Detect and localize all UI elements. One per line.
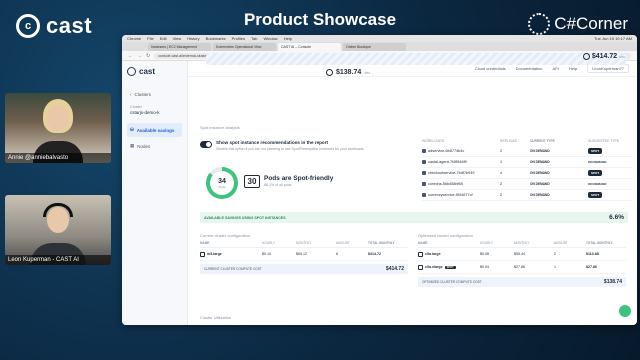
optimized-cost-total: OPTIMIZED CLUSTER COMPUTE COST $138.74 xyxy=(418,277,626,287)
suggested-type-badge: SPOT xyxy=(588,148,603,154)
tab-online-boutique[interactable]: Online Boutique xyxy=(343,43,406,51)
current-config-table: NAME HOURLY MONTHLY AMOUNT TOTAL MONTHLY… xyxy=(200,241,408,274)
current-cost-total: CURRENT CLUSTER COMPUTE COST $414.72 xyxy=(200,264,408,274)
api-link[interactable]: API xyxy=(553,66,559,71)
suggested-type-badge: ON DEMAND xyxy=(588,160,607,164)
table-row: castai-agent-7f4ff546f9 1 ON DEMAND ON D… xyxy=(422,157,632,168)
csharpcorner-logo-text: C#Corner xyxy=(554,14,628,33)
sidebar-logo[interactable]: cast xyxy=(127,67,182,76)
menu-file[interactable]: File xyxy=(147,36,153,41)
table-row: c5a.xlarge SPOT $0.04 $27.86 1 $27.86 xyxy=(418,261,626,274)
pods-unit: Pods xyxy=(218,184,226,189)
spot-friendly-count: 30 xyxy=(244,175,260,188)
dollar-icon xyxy=(582,53,590,60)
menu-chrome[interactable]: Chrome xyxy=(127,36,141,41)
instance-icon xyxy=(200,251,205,257)
sidebar-item-nodes[interactable]: ▦ Nodes xyxy=(127,139,182,153)
cluster-utilization-title: Cluster Utilization xyxy=(200,315,232,320)
headset-icon xyxy=(43,203,73,217)
spot-icon xyxy=(326,69,333,76)
current-config-title: Current cluster configuration xyxy=(200,233,251,238)
spot-friendly-percent: 88.2% of all pods xyxy=(264,183,292,187)
instance-icon xyxy=(418,251,423,257)
menu-bookmarks[interactable]: Bookmarks xyxy=(206,36,226,41)
table-row: m5.large $0.10 $69.12 6 $414.72 xyxy=(200,248,408,261)
savings-icon: ⛁ xyxy=(130,127,134,132)
current-monthly-cost: $414.72 /mo xyxy=(582,53,625,60)
table-row: c5a.large $0.08 $55.44 2 $110.88 xyxy=(418,248,626,261)
tab-cast-console[interactable]: CAST AI – Console xyxy=(278,43,341,51)
presenter-name: Annie @anniebalvasto xyxy=(5,153,111,163)
spot-analysis-title: Spot instance analysis xyxy=(200,125,240,130)
browser-window: Chrome File Edit View History Bookmarks … xyxy=(122,35,637,325)
help-link[interactable]: Help xyxy=(569,66,577,71)
pod-icon xyxy=(422,160,426,164)
instance-icon xyxy=(418,264,423,270)
pod-icon xyxy=(422,149,426,153)
menu-profiles[interactable]: Profiles xyxy=(232,36,245,41)
savings-label: AVAILABLE SAVINGS USING SPOT INSTANCES xyxy=(204,215,286,220)
suggested-type-badge: SPOT xyxy=(588,192,603,198)
nodes-icon: ▦ xyxy=(130,143,135,148)
user-menu[interactable]: LeonKuperman77 xyxy=(587,64,629,73)
system-clock: Tue Jun 15 10:17 AM xyxy=(594,36,632,41)
spot-panel: Show spot instance recommendations in th… xyxy=(200,139,410,219)
reload-icon[interactable]: ↻ xyxy=(146,53,150,59)
menu-help[interactable]: Help xyxy=(284,36,292,41)
optimized-config-title: Optimized cluster configuration xyxy=(418,233,473,238)
menu-window[interactable]: Window xyxy=(263,36,277,41)
cloud-credentials-link[interactable]: Cloud credentials xyxy=(475,66,506,71)
forward-icon[interactable]: → xyxy=(137,53,142,59)
presenter-name: Leon Kuperman - CAST AI xyxy=(5,255,111,265)
table-row: coredns-56b458bf65 2 ON DEMAND ON DEMAND xyxy=(422,179,632,190)
menu-tab[interactable]: Tab xyxy=(251,36,257,41)
chat-widget-button[interactable] xyxy=(619,305,631,317)
sidebar-item-clusters[interactable]: ‹ Clusters xyxy=(127,88,182,101)
macos-menu-bar: Chrome File Edit View History Bookmarks … xyxy=(122,35,637,42)
pods-donut-chart: 34 Pods xyxy=(206,167,238,199)
spot-friendly-label: Pods are Spot-friendly xyxy=(264,175,334,182)
menu-history[interactable]: History xyxy=(187,36,199,41)
documentation-link[interactable]: Documentation xyxy=(516,66,543,71)
presenter-video-annie: Annie @anniebalvasto xyxy=(5,93,111,163)
table-row: currencyservice-5f44677cf 2 ON DEMAND SP… xyxy=(422,190,632,201)
presenter-video-leon: Leon Kuperman - CAST AI xyxy=(5,195,111,265)
csharpcorner-logo: C#Corner xyxy=(528,13,628,35)
pod-icon xyxy=(422,182,426,186)
table-row: adservice-6b8774b4c 2 ON DEMAND SPOT xyxy=(422,146,632,157)
back-arrow-icon: ‹ xyxy=(130,92,132,97)
tab-kube-ops[interactable]: Kubernetes Operational View xyxy=(213,43,276,51)
browser-tabs: Instances | EC2 Management Kubernetes Op… xyxy=(122,42,637,51)
savings-percent: 6.6% xyxy=(609,214,624,221)
cluster-caption: Cluster xyxy=(130,105,143,109)
suggested-type-badge: SPOT xyxy=(588,170,603,176)
suggested-type-badge: ON DEMAND xyxy=(588,182,607,186)
spot-savings-banner: AVAILABLE SAVINGS USING SPOT INSTANCES 6… xyxy=(200,212,628,223)
spot-recommendations-toggle[interactable] xyxy=(200,141,212,148)
globe-icon xyxy=(528,13,551,35)
toggle-label: Show spot instance recommendations in th… xyxy=(216,140,329,145)
spot-tag: SPOT xyxy=(444,265,456,269)
pod-icon xyxy=(422,193,426,197)
table-row: checkoutservice-7bdf7b949 4 ON DEMAND SP… xyxy=(422,168,632,179)
toggle-help-text: Disable this option if you are not plann… xyxy=(216,147,364,151)
cluster-selector[interactable]: cstarjs-demo-k xyxy=(130,110,179,115)
pods-count: 34 xyxy=(218,177,226,185)
cost-comparison-bar xyxy=(206,53,626,65)
pod-icon xyxy=(422,171,426,175)
optimized-monthly-cost: $138.74 /mo xyxy=(326,69,370,76)
menu-view[interactable]: View xyxy=(173,36,182,41)
menu-edit[interactable]: Edit xyxy=(160,36,167,41)
stream-backdrop: c cast Product Showcase C#Corner Annie @… xyxy=(0,0,640,360)
back-icon[interactable]: ← xyxy=(128,53,133,59)
workloads-table: WORKLOADS REPLICAS CURRENT TYPE SUGGESTE… xyxy=(422,139,632,201)
sidebar: cast ‹ Clusters Cluster cstarjs-demo-k ⛁… xyxy=(122,61,188,325)
sidebar-item-available-savings[interactable]: ⛁ Available savings xyxy=(127,123,182,137)
optimized-config-table: NAME HOURLY MONTHLY AMOUNT TOTAL MONTHLY… xyxy=(418,241,626,287)
tab-ec2[interactable]: Instances | EC2 Management xyxy=(148,43,211,51)
cast-icon xyxy=(127,67,136,76)
workloads-header: WORKLOADS REPLICAS CURRENT TYPE SUGGESTE… xyxy=(422,139,620,143)
